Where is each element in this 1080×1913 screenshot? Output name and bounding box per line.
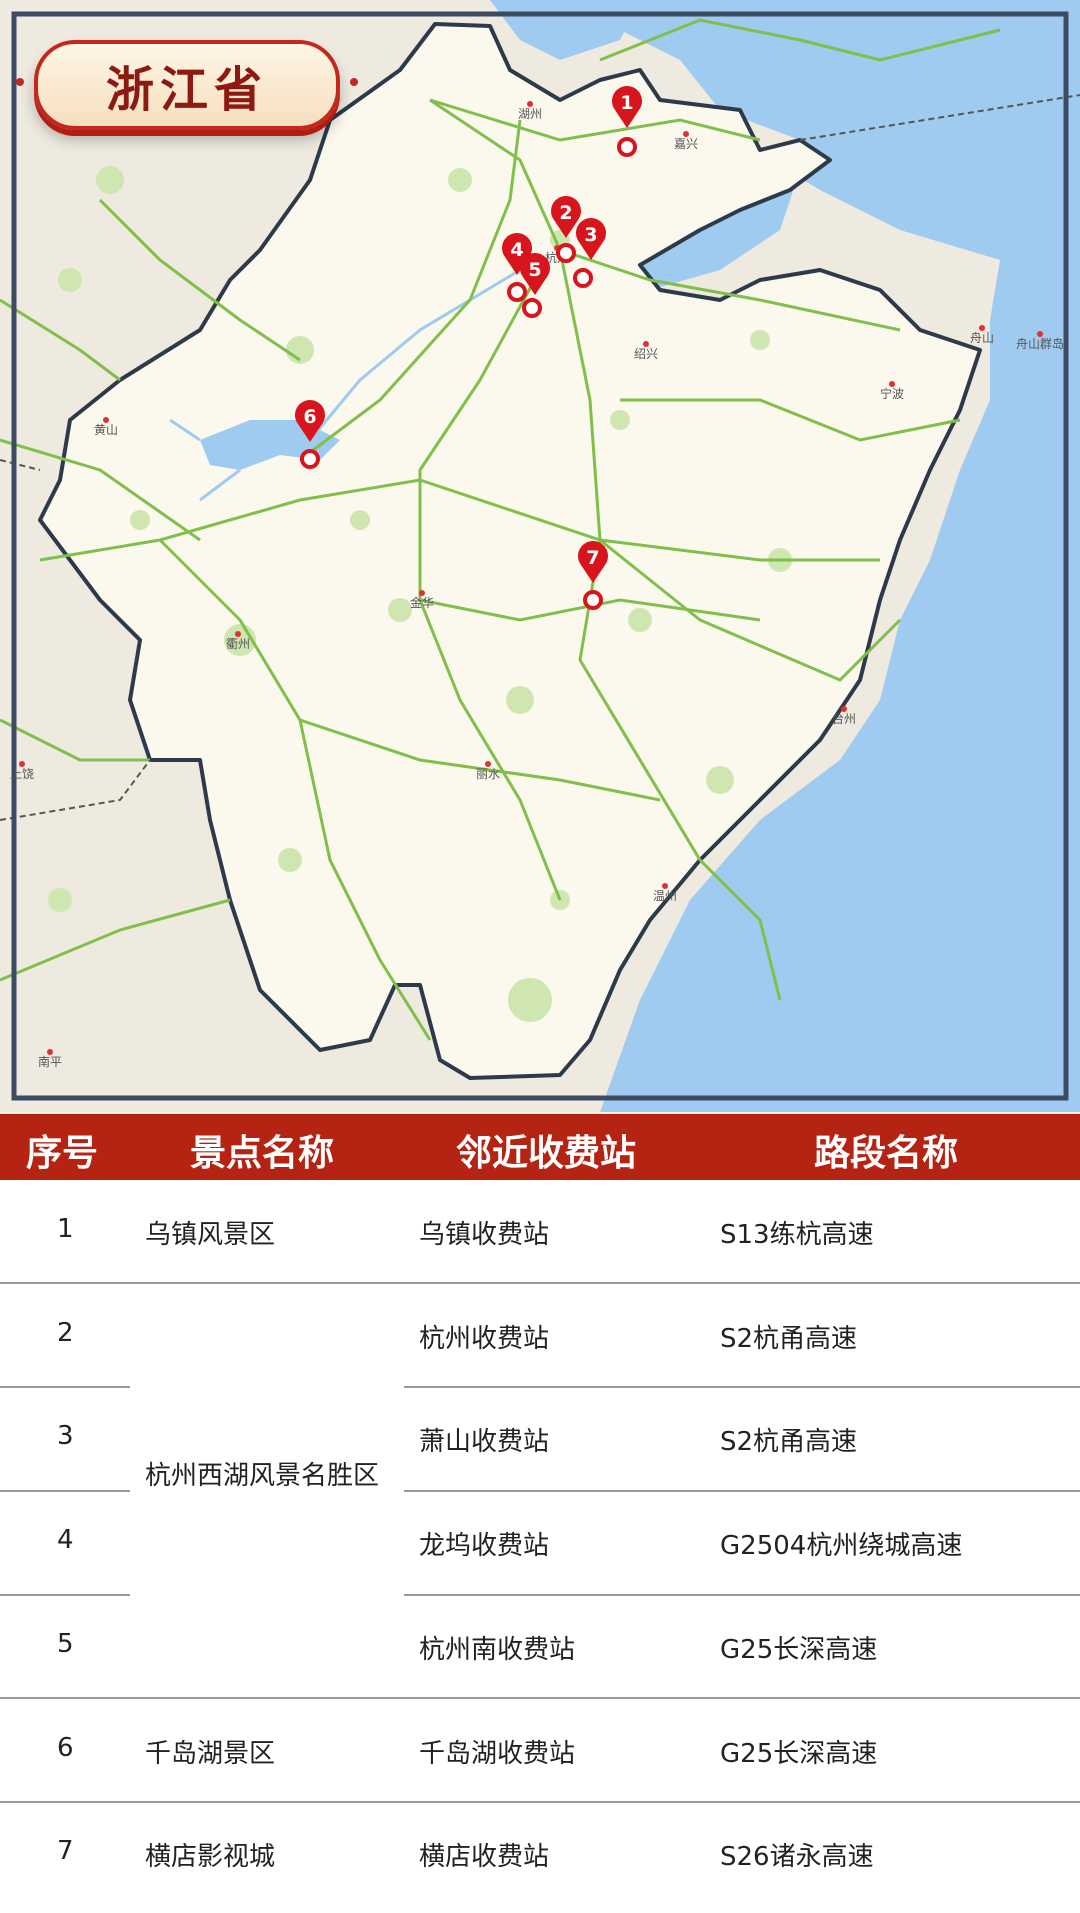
road-section-name: S2杭甬高速 [720, 1324, 858, 1354]
scenic-spot-name: 千岛湖景区 [145, 1739, 276, 1769]
marker-number: 7 [586, 547, 599, 569]
scenic-spot-name: 乌镇风景区 [145, 1220, 276, 1250]
row-number: 2 [57, 1318, 74, 1348]
city-name: 南平 [38, 1054, 62, 1069]
province-title-badge: 浙江省 [16, 40, 358, 130]
city-name: 黄山 [94, 423, 118, 437]
city-name: 舟山 [970, 331, 994, 345]
row-number: 5 [57, 1629, 74, 1659]
row-divider [0, 1801, 1080, 1803]
toll-station-name: 千岛湖收费站 [419, 1739, 576, 1769]
toll-station-name: 横店收费站 [419, 1842, 550, 1872]
road-section-name: S26诸永高速 [720, 1842, 874, 1872]
marker-number: 6 [303, 406, 316, 428]
header-toll-station: 邻近收费站 [456, 1133, 637, 1174]
city-name: 嘉兴 [674, 137, 698, 151]
road-section-name: G25长深高速 [720, 1635, 878, 1665]
row-divider [0, 1594, 130, 1596]
row-divider [404, 1594, 1080, 1596]
row-number: 1 [57, 1214, 74, 1244]
row-divider [404, 1490, 1080, 1492]
marker-number: 5 [528, 259, 541, 281]
road-section-name: G2504杭州绕城高速 [720, 1531, 963, 1561]
scenic-spot-name: 杭州西湖风景名胜区 [145, 1461, 380, 1491]
toll-station-name: 萧山收费站 [419, 1427, 550, 1457]
scenic-spot-name: 横店影视城 [145, 1842, 276, 1872]
location-ring-icon [556, 243, 576, 263]
header-number: 序号 [26, 1133, 99, 1174]
row-number: 6 [57, 1733, 74, 1763]
map-panel[interactable]: 湖州 嘉兴 杭州 绍兴 宁波 舟山 舟山群岛 黄山 衢州 金华 丽水 台州 温州 上饶 南平 1234567… [0, 0, 1080, 1112]
location-ring-icon [583, 590, 603, 610]
city-name: 上饶 [10, 767, 34, 781]
marker-number: 3 [584, 224, 597, 246]
location-ring-icon [300, 449, 320, 469]
table-header: 序号 景点名称 邻近收费站 路段名称 [0, 1114, 1080, 1180]
road-section-name: S13练杭高速 [720, 1220, 874, 1250]
city-name: 台州 [832, 711, 856, 726]
city-name: 宁波 [880, 386, 904, 401]
row-number: 4 [57, 1525, 74, 1555]
row-number: 3 [57, 1421, 74, 1451]
city-name: 绍兴 [634, 347, 658, 361]
row-number: 7 [57, 1836, 74, 1866]
road-section-name: G25长深高速 [720, 1739, 878, 1769]
city-name: 金华 [410, 595, 434, 610]
row-divider [0, 1490, 130, 1492]
city-name: 丽水 [476, 767, 500, 781]
location-ring-icon [507, 282, 527, 302]
marker-number: 1 [620, 92, 633, 114]
toll-station-name: 杭州南收费站 [419, 1635, 576, 1665]
toll-station-name: 乌镇收费站 [419, 1220, 550, 1250]
row-divider [404, 1386, 1080, 1388]
marker-number: 2 [559, 202, 572, 224]
zhejiang-map[interactable]: 湖州嘉兴杭州绍兴宁波舟山 舟山群岛黄山衢州金华丽水台州温州上饶南平 1234567 [0, 0, 1080, 1112]
location-ring-icon [617, 137, 637, 157]
marker-number: 4 [510, 239, 523, 261]
road-section-name: S2杭甬高速 [720, 1427, 858, 1457]
province-title: 浙江省 [105, 62, 268, 118]
city-name: 湖州 [518, 106, 542, 121]
city-name: 衢州 [226, 637, 250, 651]
city-name: 舟山群岛 [1016, 336, 1064, 351]
location-ring-icon [573, 268, 593, 288]
header-road-section: 路段名称 [814, 1133, 959, 1174]
row-divider [0, 1386, 130, 1388]
header-scenic-spot: 景点名称 [190, 1133, 335, 1174]
station-table: 1 乌镇风景区 乌镇收费站 S13练杭高速 2 杭州收费站 S2杭甬高速 3 萧… [0, 1180, 1080, 1913]
toll-station-name: 杭州收费站 [419, 1324, 550, 1354]
city-name: 温州 [653, 889, 677, 903]
toll-station-name: 龙坞收费站 [419, 1531, 550, 1561]
row-divider [0, 1282, 1080, 1284]
location-ring-icon [522, 298, 542, 318]
row-divider [0, 1697, 1080, 1699]
